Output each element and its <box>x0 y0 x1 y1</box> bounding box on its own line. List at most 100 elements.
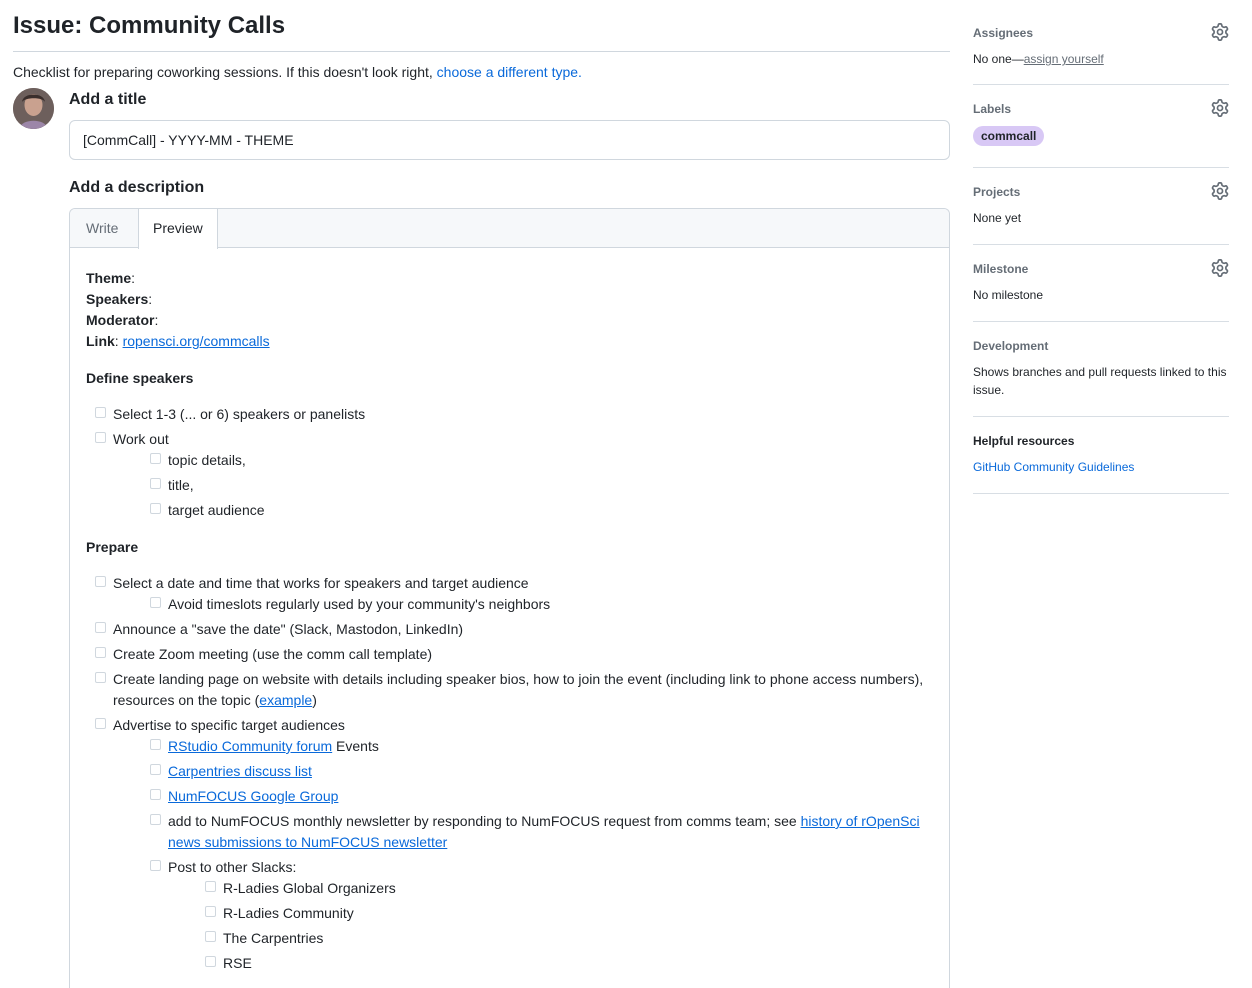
task-sublist: topic details, title, target audience <box>141 450 933 521</box>
description-editor: Write Preview Theme: Speakers: Moderator… <box>69 208 950 988</box>
sidebar-assignees: Assignees No one—assign yourself <box>973 18 1229 85</box>
task-item: R-Ladies Community <box>196 903 933 924</box>
development-heading: Development <box>973 339 1049 353</box>
task-item: RStudio Community forum Events <box>141 736 933 757</box>
task-checkbox[interactable] <box>150 503 161 514</box>
issue-form: Issue: Community Calls Checklist for pre… <box>13 0 950 988</box>
task-item: Select 1-3 (... or 6) speakers or paneli… <box>86 404 933 425</box>
task-checkbox[interactable] <box>150 764 161 775</box>
task-checkbox[interactable] <box>150 789 161 800</box>
avatar <box>13 88 54 129</box>
sidebar-labels: Labels commcall <box>973 85 1229 168</box>
title-label: Add a title <box>69 91 147 108</box>
tab-preview[interactable]: Preview <box>138 209 218 249</box>
sidebar-development: Development Shows branches and pull requ… <box>973 322 1229 417</box>
user-avatar-icon <box>13 88 54 129</box>
task-checkbox[interactable] <box>95 718 106 729</box>
labels-value: commcall <box>973 126 1229 146</box>
issue-composer: Add a title Add a description Write Prev… <box>13 88 950 988</box>
meta-theme: Theme: <box>86 270 136 286</box>
sidebar-milestone: Milestone No milestone <box>973 245 1229 322</box>
template-note-text: Checklist for preparing coworking sessio… <box>13 64 437 80</box>
development-value: Shows branches and pull requests linked … <box>973 365 1227 397</box>
task-item: RSE <box>196 953 933 974</box>
helpful-resources-heading: Helpful resources <box>973 434 1075 448</box>
meta-link: Link: ropensci.org/commcalls <box>86 333 270 349</box>
task-item: Carpentries discuss list <box>141 761 933 782</box>
community-guidelines-link[interactable]: GitHub Community Guidelines <box>973 460 1134 474</box>
issue-sidebar: Assignees No one—assign yourself Labels … <box>973 18 1229 494</box>
task-checkbox[interactable] <box>150 597 161 608</box>
task-checkbox[interactable] <box>205 881 216 892</box>
assignees-heading: Assignees <box>973 26 1034 40</box>
sidebar-helpful-resources: Helpful resources GitHub Community Guide… <box>973 417 1229 494</box>
task-list-prepare: Select a date and time that works for sp… <box>86 573 933 974</box>
assign-yourself-link[interactable]: assign yourself <box>1024 52 1104 66</box>
gear-icon[interactable] <box>1211 259 1229 277</box>
milestone-heading: Milestone <box>973 262 1029 276</box>
task-item: Announce a "save the date" (Slack, Masto… <box>86 619 933 640</box>
template-note: Checklist for preparing coworking sessio… <box>13 62 950 82</box>
helpful-resources-value: GitHub Community Guidelines <box>973 458 1229 476</box>
label-pill-commcall[interactable]: commcall <box>973 126 1045 146</box>
carpentries-discuss-link[interactable]: Carpentries discuss list <box>168 763 312 779</box>
projects-heading: Projects <box>973 185 1021 199</box>
task-item: The Carpentries <box>196 928 933 949</box>
task-checkbox[interactable] <box>150 860 161 871</box>
task-checkbox[interactable] <box>150 739 161 750</box>
task-checkbox[interactable] <box>205 931 216 942</box>
markdown-preview: Theme: Speakers: Moderator: Link: ropens… <box>70 248 949 974</box>
task-item: Select a date and time that works for sp… <box>86 573 933 615</box>
task-item: target audience <box>141 500 933 521</box>
task-item: R-Ladies Global Organizers <box>196 878 933 899</box>
task-item: title, <box>141 475 933 496</box>
title-input[interactable] <box>69 120 950 160</box>
meta-speakers: Speakers: <box>86 291 153 307</box>
gear-icon[interactable] <box>1211 23 1229 41</box>
task-checkbox[interactable] <box>205 956 216 967</box>
meta-moderator: Moderator: <box>86 312 159 328</box>
section-heading-prepare: Prepare <box>86 539 139 555</box>
task-sublist: Avoid timeslots regularly used by your c… <box>141 594 933 615</box>
tab-write[interactable]: Write <box>70 209 134 248</box>
assignees-value: No one—assign yourself <box>973 52 1104 66</box>
task-checkbox[interactable] <box>95 432 106 443</box>
task-item: Advertise to specific target audiences R… <box>86 715 933 974</box>
gear-icon[interactable] <box>1211 99 1229 117</box>
labels-heading: Labels <box>973 102 1012 116</box>
task-item: Create landing page on website with deta… <box>86 669 933 711</box>
editor-tabbar: Write Preview <box>70 209 949 249</box>
commcalls-link[interactable]: ropensci.org/commcalls <box>123 333 270 349</box>
task-item: add to NumFOCUS monthly newsletter by re… <box>141 811 933 853</box>
section-heading-define-speakers: Define speakers <box>86 370 194 386</box>
projects-value: None yet <box>973 211 1022 225</box>
numfocus-google-group-link[interactable]: NumFOCUS Google Group <box>168 788 338 804</box>
task-checkbox[interactable] <box>150 814 161 825</box>
milestone-value: No milestone <box>973 288 1044 302</box>
page-title: Issue: Community Calls <box>13 0 950 52</box>
example-link[interactable]: example <box>259 692 312 708</box>
choose-different-type-link[interactable]: choose a different type. <box>437 64 582 80</box>
task-item: Avoid timeslots regularly used by your c… <box>141 594 933 615</box>
task-checkbox[interactable] <box>95 672 106 683</box>
rstudio-community-link[interactable]: RStudio Community forum <box>168 738 332 754</box>
task-item: Create Zoom meeting (use the comm call t… <box>86 644 933 665</box>
task-item: Work out topic details, title, target au… <box>86 429 933 521</box>
task-checkbox[interactable] <box>150 453 161 464</box>
task-list-define-speakers: Select 1-3 (... or 6) speakers or paneli… <box>86 404 933 521</box>
task-checkbox[interactable] <box>95 407 106 418</box>
task-item: Post to other Slacks: R-Ladies Global Or… <box>141 857 933 974</box>
form-column: Add a title Add a description Write Prev… <box>69 88 950 988</box>
task-checkbox[interactable] <box>205 906 216 917</box>
task-sublist: RStudio Community forum Events Carpentri… <box>141 736 933 974</box>
task-item: topic details, <box>141 450 933 471</box>
task-item: NumFOCUS Google Group <box>141 786 933 807</box>
task-checkbox[interactable] <box>150 478 161 489</box>
gear-icon[interactable] <box>1211 182 1229 200</box>
description-label: Add a description <box>69 179 205 196</box>
sidebar-projects: Projects None yet <box>973 168 1229 245</box>
task-checkbox[interactable] <box>95 576 106 587</box>
task-checkbox[interactable] <box>95 622 106 633</box>
task-sublist: R-Ladies Global Organizers R-Ladies Comm… <box>196 878 933 974</box>
task-checkbox[interactable] <box>95 647 106 658</box>
